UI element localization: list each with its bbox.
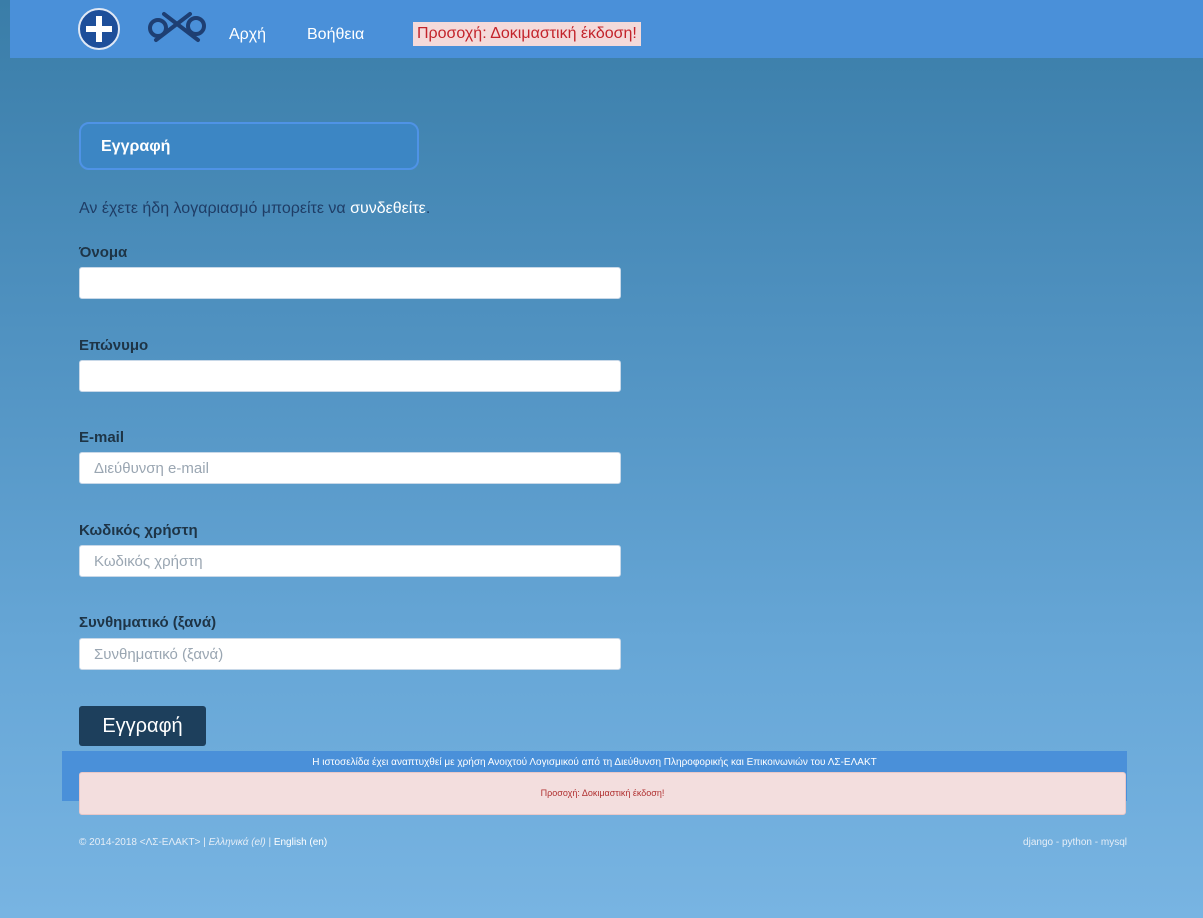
- page-title-box: Εγγραφή: [79, 122, 419, 170]
- copyright-line: © 2014-2018 <ΛΣ-ΕΛΑΚΤ> | Ελληνικά (el) |…: [79, 837, 327, 848]
- nav-help-link[interactable]: Βοήθεια: [307, 26, 364, 44]
- login-hint-suffix: .: [425, 200, 431, 217]
- nav-home-link[interactable]: Αρχή: [229, 26, 266, 44]
- first-name-input[interactable]: [79, 267, 621, 299]
- copyright-text: © 2014-2018 <ΛΣ-ΕΛΑΚΤ> |: [79, 837, 209, 848]
- email-input[interactable]: [79, 452, 621, 484]
- username-label: Κωδικός χρήστη: [79, 522, 198, 539]
- password-confirm-input[interactable]: [79, 638, 621, 670]
- login-link[interactable]: συνδεθείτε: [350, 200, 426, 217]
- first-name-label: Όνομα: [79, 244, 128, 261]
- last-name-label: Επώνυμο: [79, 337, 149, 354]
- email-label: E-mail: [79, 429, 125, 446]
- footer-alert-text: Προσοχή: Δοκιμαστική έκδοση!: [540, 788, 665, 798]
- register-button[interactable]: Εγγραφή: [79, 706, 206, 746]
- login-hint-text: Αν έχετε ήδη λογαριασμό μπορείτε να: [79, 200, 351, 217]
- test-version-warning: Προσοχή: Δοκιμαστική έκδοση!: [413, 22, 641, 46]
- coat-of-arms-icon[interactable]: [78, 8, 120, 50]
- top-navbar: Αρχή Βοήθεια Προσοχή: Δοκιμαστική έκδοση…: [10, 0, 1203, 58]
- username-input[interactable]: [79, 545, 621, 577]
- anchor-emblem-icon[interactable]: [146, 8, 208, 48]
- footer-credits: Η ιστοσελίδα έχει αναπτυχθεί με χρήση Αν…: [312, 757, 877, 768]
- password-confirm-label: Συνθηματικό (ξανά): [79, 614, 217, 631]
- last-name-input[interactable]: [79, 360, 621, 392]
- tech-stack-text: django - python - mysql: [1023, 837, 1127, 848]
- page-title: Εγγραφή: [101, 138, 171, 155]
- footer-test-alert: Προσοχή: Δοκιμαστική έκδοση!: [79, 772, 1126, 815]
- lang-separator: |: [265, 837, 274, 848]
- lang-english-link[interactable]: English (en): [274, 837, 327, 848]
- lang-greek-link[interactable]: Ελληνικά (el): [209, 837, 266, 848]
- login-hint: Αν έχετε ήδη λογαριασμό μπορείτε να συνδ…: [79, 200, 430, 218]
